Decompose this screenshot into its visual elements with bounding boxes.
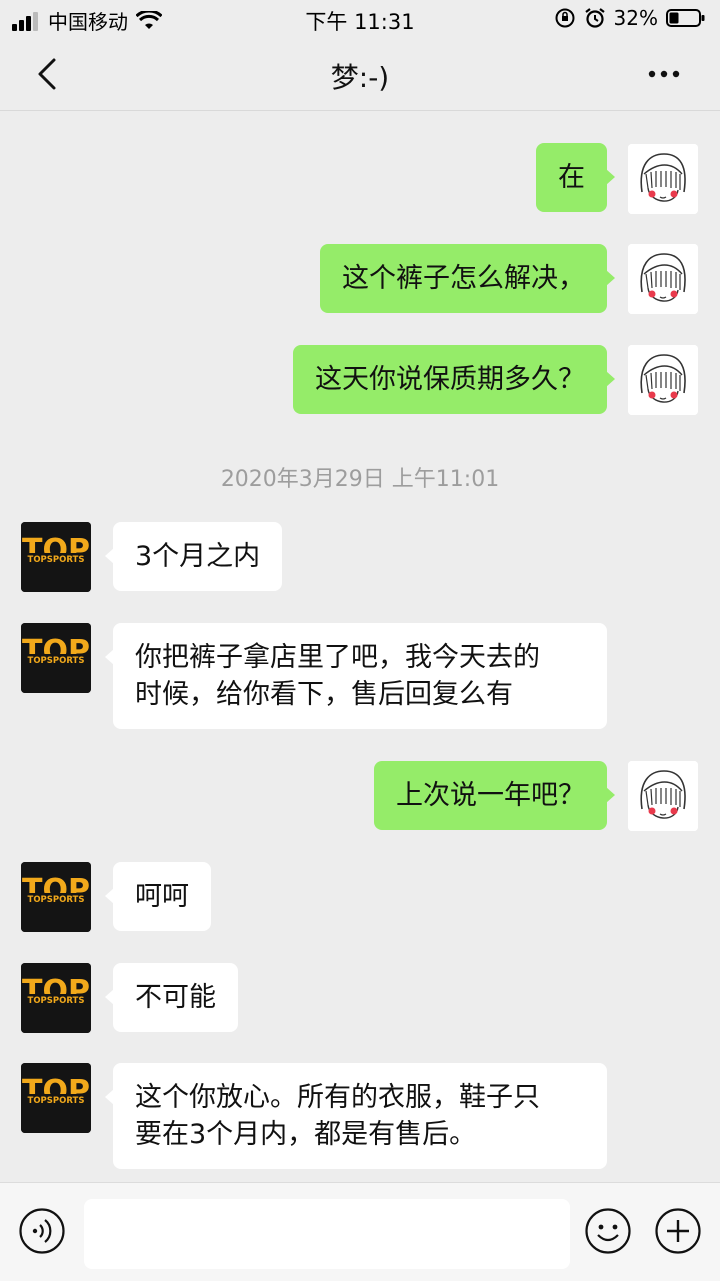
status-right: 32% (554, 6, 706, 30)
alarm-icon (584, 8, 605, 28)
chat-title: 梦:-) (330, 61, 390, 94)
topsports-logo-icon: TOP TOPSPORTS (21, 963, 91, 1033)
logo-small-text: TOPSPORTS (28, 996, 85, 1006)
status-bar: 中国移动 下午 11:31 32% (0, 0, 720, 36)
message-bubble-outgoing[interactable]: 这个裤子怎么解决， (320, 244, 615, 313)
message-bubble-incoming[interactable]: 呵呵 (105, 862, 211, 931)
avatar-topsports[interactable]: TOP TOPSPORTS (21, 1063, 91, 1133)
message-text: 这天你说保质期多久？ (315, 364, 585, 395)
logo-small-text: TOPSPORTS (28, 1096, 85, 1106)
logo-small-text: TOPSPORTS (28, 555, 85, 565)
input-bar (0, 1182, 720, 1281)
topsports-logo-icon: TOP TOPSPORTS (21, 623, 91, 693)
message-bubble-incoming[interactable]: 你把裤子拿店里了吧，我今天去的 时候，给你看下，售后回复么有 (105, 623, 607, 729)
message-text: 这个裤子怎么解决， (342, 263, 585, 294)
girl-avatar-icon (628, 345, 698, 415)
topsports-logo-icon: TOP TOPSPORTS (21, 862, 91, 932)
topsports-logo-icon: TOP TOPSPORTS (21, 522, 91, 592)
message-text: 不可能 (135, 982, 216, 1013)
topsports-logo-icon: TOP TOPSPORTS (21, 1063, 91, 1133)
orientation-lock-icon (555, 8, 575, 28)
message-text-line: 你把裤子拿店里了吧，我今天去的 (135, 642, 540, 673)
avatar-self[interactable] (628, 144, 698, 214)
nav-bar: 梦:-) (0, 36, 720, 111)
message-text: 3个月之内 (135, 541, 261, 572)
message-bubble-incoming[interactable]: 这个你放心。所有的衣服，鞋子只 要在3个月内，都是有售后。 (105, 1063, 607, 1169)
emoji-icon[interactable] (584, 1207, 632, 1255)
avatar-topsports[interactable]: TOP TOPSPORTS (21, 623, 91, 693)
girl-avatar-icon (628, 244, 698, 314)
avatar-self[interactable] (628, 761, 698, 831)
logo-small-text: TOPSPORTS (28, 656, 85, 666)
voice-icon[interactable] (18, 1207, 66, 1255)
battery-percent: 32% (613, 6, 658, 30)
message-bubble-outgoing[interactable]: 这天你说保质期多久？ (293, 345, 615, 414)
message-text: 在 (558, 162, 585, 193)
avatar-topsports[interactable]: TOP TOPSPORTS (21, 963, 91, 1033)
message-text-line: 时候，给你看下，售后回复么有 (135, 679, 513, 710)
battery-icon (666, 9, 705, 27)
message-text-line: 要在3个月内，都是有售后。 (135, 1119, 477, 1150)
message-text: 上次说一年吧？ (396, 780, 585, 811)
message-bubble-incoming[interactable]: 不可能 (105, 963, 238, 1032)
message-bubble-incoming[interactable]: 3个月之内 (104, 522, 283, 591)
avatar-self[interactable] (628, 345, 698, 415)
avatar-topsports[interactable]: TOP TOPSPORTS (21, 862, 91, 932)
avatar-self[interactable] (628, 244, 698, 314)
girl-avatar-icon (628, 144, 698, 214)
more-options-icon[interactable] (644, 54, 684, 94)
message-text-line: 这个你放心。所有的衣服，鞋子只 (135, 1082, 540, 1113)
logo-small-text: TOPSPORTS (28, 895, 85, 905)
message-bubble-outgoing[interactable]: 上次说一年吧？ (374, 761, 615, 830)
message-input[interactable] (84, 1199, 570, 1269)
girl-avatar-icon (628, 761, 698, 831)
message-bubble-outgoing[interactable]: 在 (536, 143, 615, 212)
avatar-topsports[interactable]: TOP TOPSPORTS (21, 522, 91, 592)
plus-icon[interactable] (654, 1207, 702, 1255)
message-timestamp: 2020年3月29日 上午11:01 (220, 467, 500, 492)
message-text: 呵呵 (135, 881, 189, 912)
